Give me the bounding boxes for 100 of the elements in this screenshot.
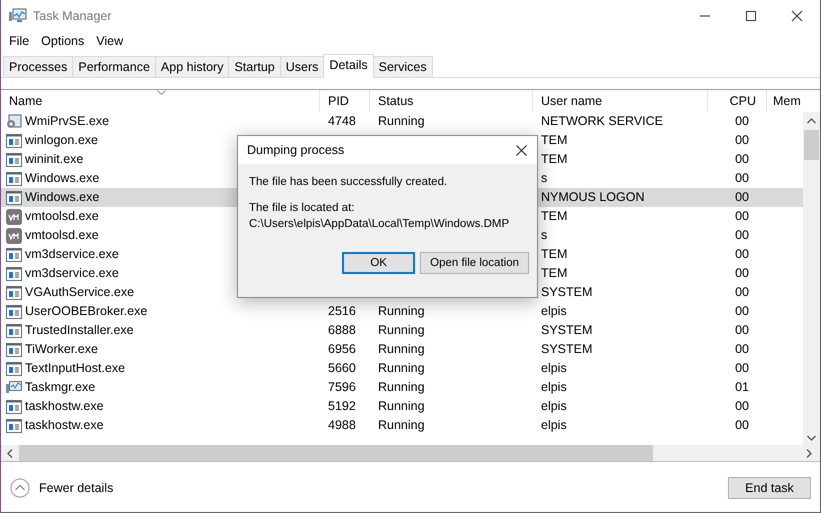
column-header[interactable]: User name xyxy=(533,90,708,112)
window-icon xyxy=(6,304,22,318)
user-name-text: s xyxy=(541,171,548,185)
pid-text: 6956 xyxy=(328,342,356,356)
process-name[interactable]: TextInputHost.exe xyxy=(25,359,126,378)
cpu-text: 00 xyxy=(735,361,749,375)
status-text: Running xyxy=(378,361,425,375)
scroll-up-icon[interactable] xyxy=(807,118,816,124)
pid-text: 7596 xyxy=(328,380,356,394)
cpu-text: 00 xyxy=(735,209,749,223)
user-name-text: s xyxy=(541,228,548,242)
tab[interactable]: Performance xyxy=(72,56,156,77)
user-name-text: NYMOUS LOGON xyxy=(541,190,644,204)
file-path: C:\Users\elpis\AppData\Local\Temp\Windows.DMP xyxy=(249,218,510,230)
process-name[interactable]: vmtoolsd.exe xyxy=(25,207,99,226)
process-name[interactable]: wininit.exe xyxy=(25,150,84,169)
status-text: Running xyxy=(378,323,425,337)
tab[interactable]: Users xyxy=(280,56,324,77)
monitor-chart-icon xyxy=(9,8,27,24)
collapse-icon[interactable] xyxy=(10,478,30,498)
process-name[interactable]: vmtoolsd.exe xyxy=(25,226,99,245)
process-name[interactable]: Windows.exe xyxy=(25,188,100,207)
cpu-text: 00 xyxy=(735,114,749,128)
cpu-text: 00 xyxy=(735,399,749,413)
pid-text: 5192 xyxy=(328,399,356,413)
scrollbar-thumb[interactable] xyxy=(19,445,653,461)
dialog-message: The file has been successfully created. xyxy=(249,176,448,188)
pid-text: 2516 xyxy=(328,304,356,318)
scroll-down-icon[interactable] xyxy=(807,435,816,441)
cpu-text: 00 xyxy=(735,228,749,242)
column-header[interactable]: Name xyxy=(1,90,320,112)
scroll-right-icon[interactable] xyxy=(806,448,812,458)
user-name-text: elpis xyxy=(541,304,567,318)
user-name-text: TEM xyxy=(541,266,568,280)
status-text: Running xyxy=(378,114,425,128)
cpu-text: 00 xyxy=(735,190,749,204)
process-name[interactable]: VGAuthService.exe xyxy=(25,283,134,302)
tab[interactable]: Processes xyxy=(3,56,74,77)
user-name-text: SYSTEM xyxy=(541,323,592,337)
horizontal-scrollbar[interactable] xyxy=(1,445,820,462)
process-name[interactable]: Taskmgr.exe xyxy=(25,378,96,397)
window-icon xyxy=(6,266,22,280)
cpu-text: 00 xyxy=(735,342,749,356)
maximize-icon[interactable] xyxy=(745,10,757,22)
process-name[interactable]: Windows.exe xyxy=(25,169,100,188)
column-header[interactable]: PID xyxy=(320,90,370,112)
tab[interactable]: Services xyxy=(372,56,433,77)
menu-item[interactable]: View xyxy=(90,34,130,48)
user-name-text: elpis xyxy=(541,361,567,375)
process-name[interactable]: winlogon.exe xyxy=(25,131,98,150)
window-icon xyxy=(6,286,22,300)
tab[interactable]: App history xyxy=(154,56,230,77)
window-icon xyxy=(6,134,22,148)
process-name[interactable]: taskhostw.exe xyxy=(25,397,104,416)
location-label: The file is located at: xyxy=(249,202,356,214)
tab[interactable]: Details xyxy=(323,54,374,78)
tab[interactable]: Startup xyxy=(228,56,281,77)
process-name[interactable]: vm3dservice.exe xyxy=(25,264,119,283)
column-header[interactable]: CPU xyxy=(708,90,767,112)
close-icon[interactable] xyxy=(516,144,527,156)
vm-icon xyxy=(6,228,22,244)
status-text: Running xyxy=(378,399,425,413)
scroll-left-icon[interactable] xyxy=(7,448,13,458)
dialog-button[interactable]: OK xyxy=(342,252,416,274)
user-name-text: NETWORK SERVICE xyxy=(541,114,664,128)
window-icon xyxy=(6,324,22,338)
cpu-text: 00 xyxy=(735,418,749,432)
window-icon xyxy=(6,152,22,166)
dialog-button[interactable]: Open file location xyxy=(420,252,529,274)
pid-text: 4988 xyxy=(328,418,356,432)
pid-text: 4748 xyxy=(328,114,356,128)
cpu-text: 00 xyxy=(735,266,749,280)
process-name[interactable]: UserOOBEBroker.exe xyxy=(25,302,148,321)
fewer-details-link[interactable]: Fewer details xyxy=(39,481,114,495)
cpu-text: 01 xyxy=(735,380,749,394)
cpu-text: 00 xyxy=(735,152,749,166)
cpu-text: 00 xyxy=(735,171,749,185)
column-header[interactable]: Status xyxy=(370,90,533,112)
process-name[interactable]: vm3dservice.exe xyxy=(25,245,119,264)
column-header[interactable]: Mem xyxy=(767,90,803,112)
process-name[interactable]: WmiPrvSE.exe xyxy=(25,112,110,131)
scrollbar-thumb[interactable] xyxy=(804,130,819,160)
menu-item[interactable]: File xyxy=(3,34,36,48)
user-name-text: elpis xyxy=(541,399,567,413)
user-name-text: TEM xyxy=(541,209,568,223)
window-title: Task Manager xyxy=(33,8,112,22)
process-name[interactable]: taskhostw.exe xyxy=(25,416,104,435)
window-icon xyxy=(6,190,22,204)
process-name[interactable]: TrustedInstaller.exe xyxy=(25,321,134,340)
user-name-text: SYSTEM xyxy=(541,285,592,299)
close-icon[interactable] xyxy=(791,10,803,22)
end-task-button[interactable]: End task xyxy=(728,477,811,499)
pid-text: 5660 xyxy=(328,361,356,375)
window-icon xyxy=(6,172,22,186)
cpu-text: 00 xyxy=(735,133,749,147)
window-icon xyxy=(6,362,22,376)
process-name[interactable]: TiWorker.exe xyxy=(25,340,98,359)
vertical-scrollbar[interactable] xyxy=(803,112,820,445)
menu-item[interactable]: Options xyxy=(35,34,90,48)
dialog-title: Dumping process xyxy=(247,143,344,157)
